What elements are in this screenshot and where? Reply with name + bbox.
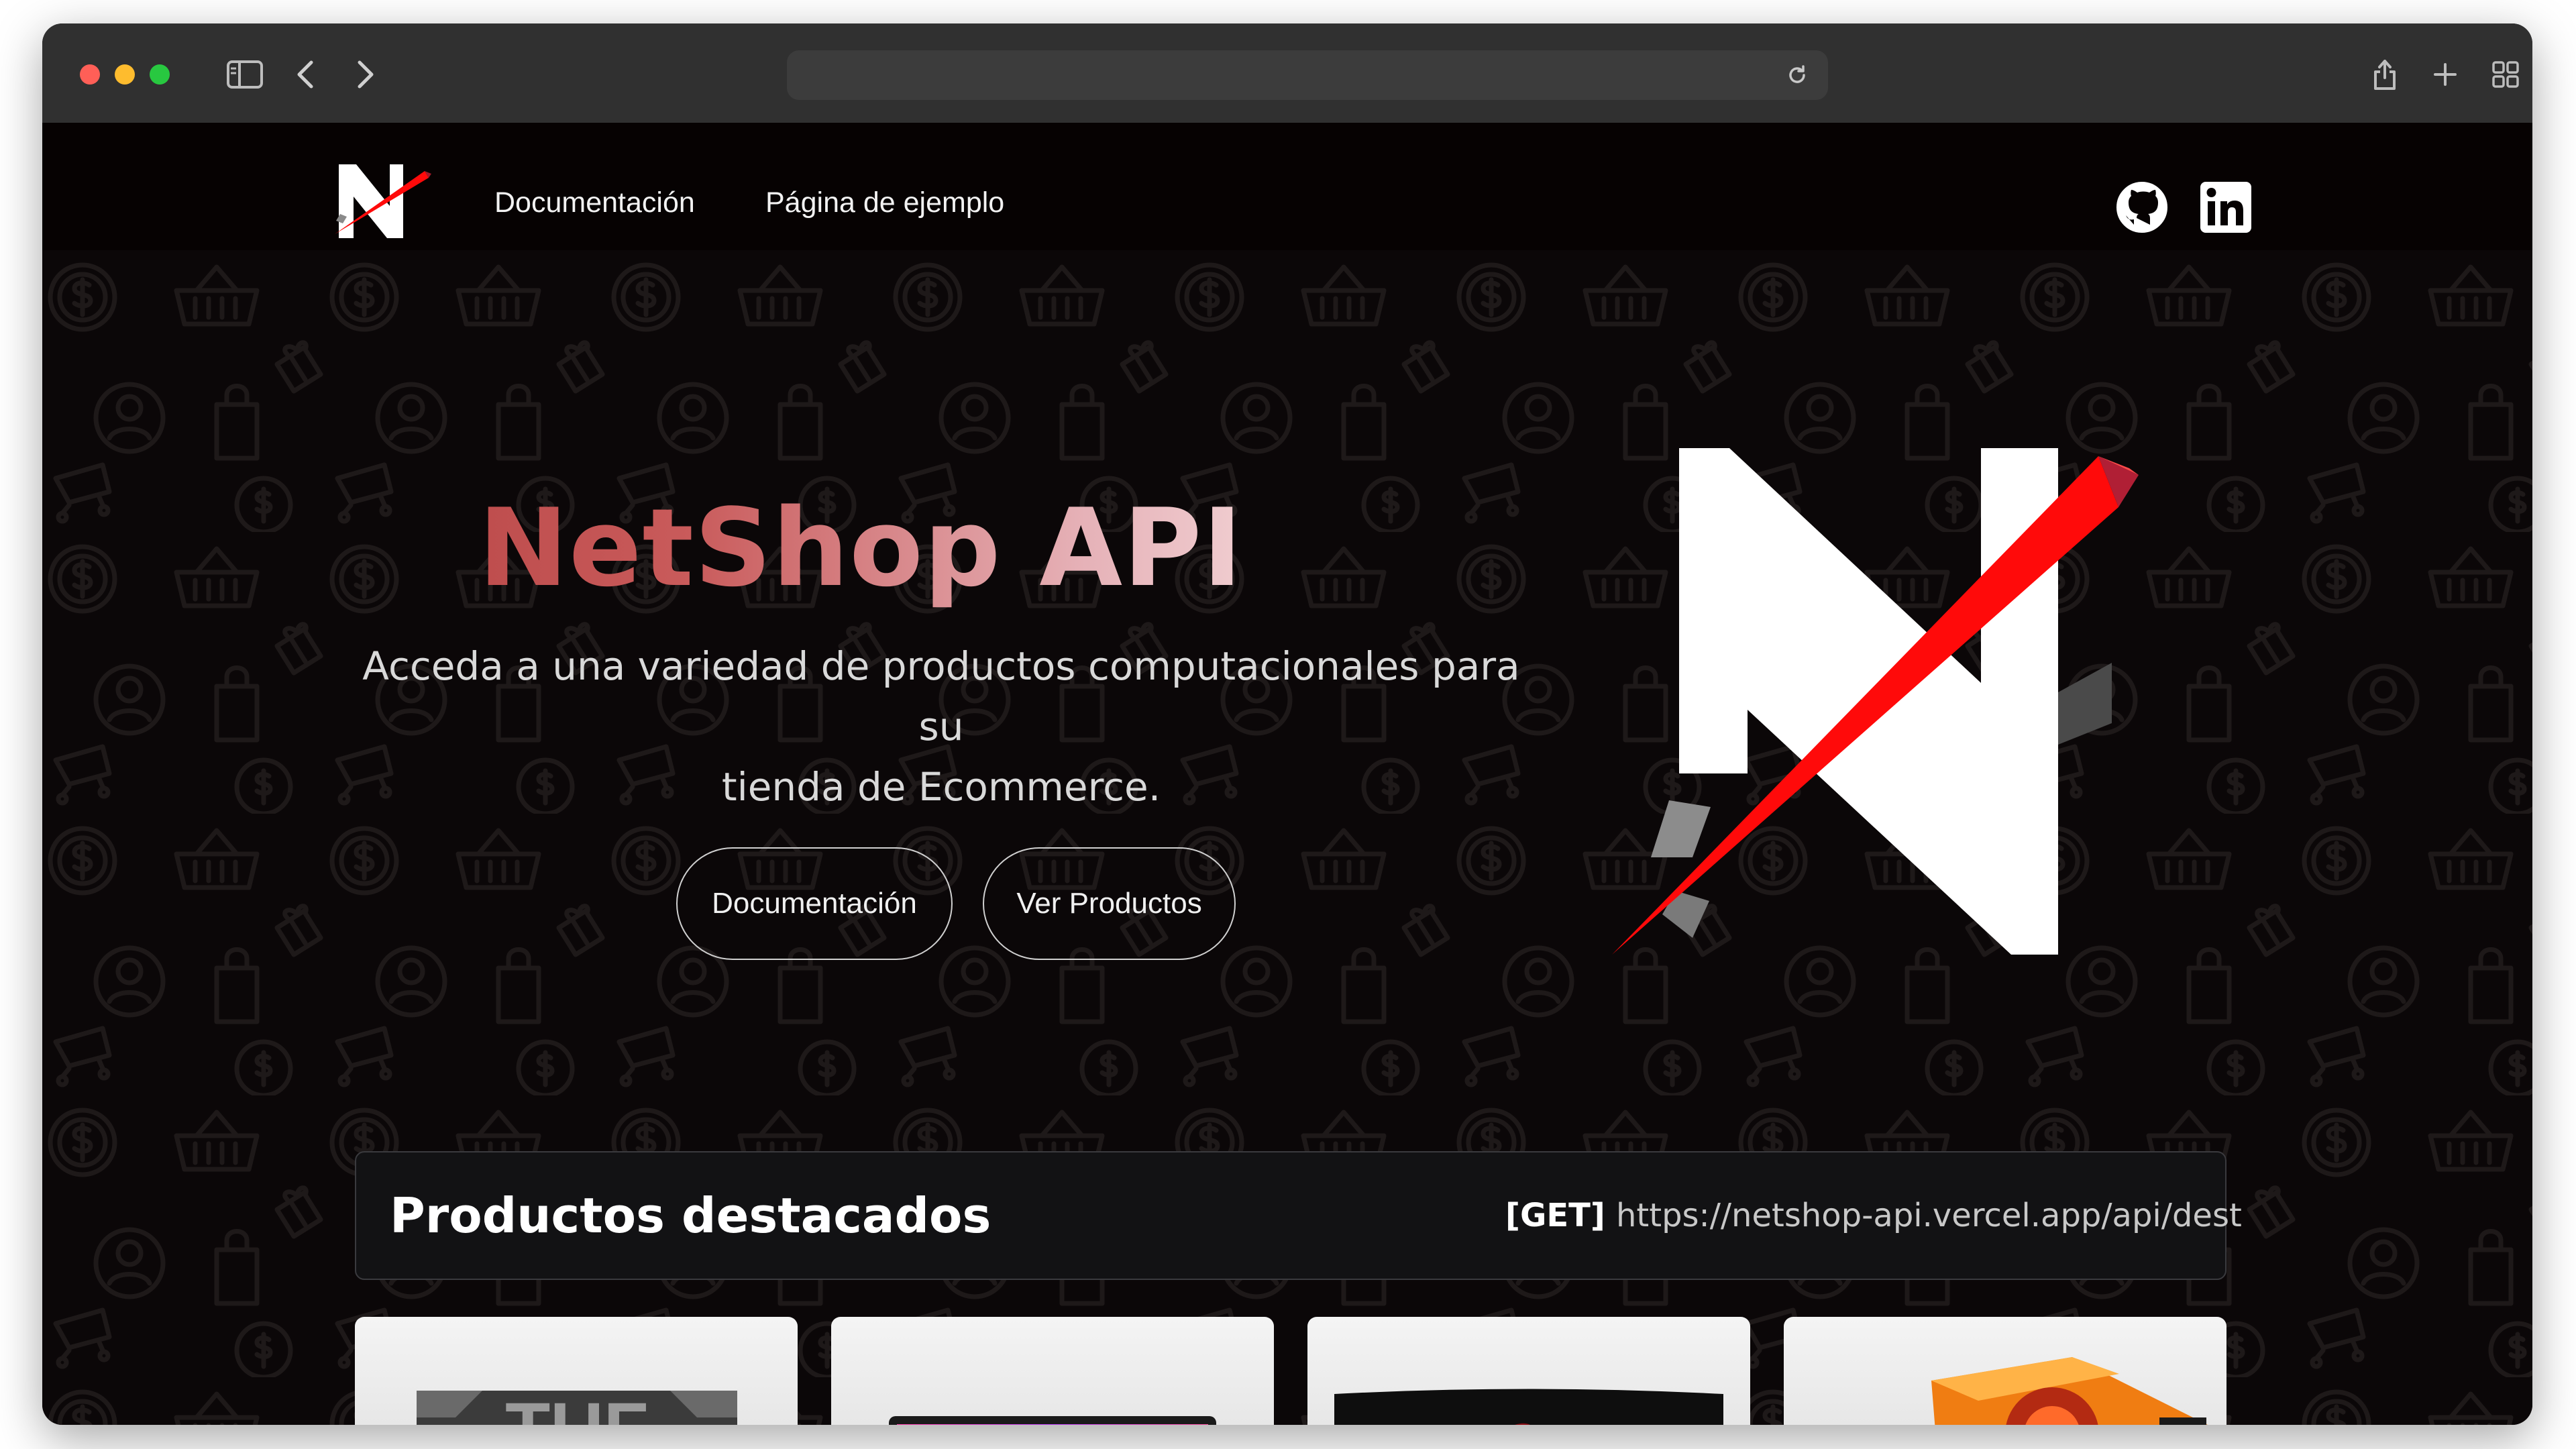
netshop-hero-logo — [1612, 448, 2139, 955]
hero-subtitle-line-2: tienda de Ecommerce. — [721, 764, 1161, 810]
product-card[interactable] — [1784, 1317, 2226, 1425]
api-endpoint-url[interactable]: https://netshop-api.vercel.app/api/dest — [1616, 1197, 2242, 1234]
cpu-box-image — [1931, 1357, 2208, 1425]
hero-subtitle: Acceda a una variedad de productos compu… — [351, 636, 1532, 817]
laptop-image — [889, 1416, 1216, 1425]
product-card[interactable] — [1307, 1317, 1750, 1425]
card-brand-text: TUF — [505, 1388, 649, 1425]
close-window-button[interactable] — [80, 64, 100, 85]
sidebar-toggle-icon[interactable] — [223, 53, 266, 96]
documentacion-button[interactable]: Documentación — [676, 847, 953, 960]
product-card[interactable]: TUF — [355, 1317, 798, 1425]
zoom-window-button[interactable] — [150, 64, 170, 85]
github-icon[interactable] — [2115, 180, 2169, 234]
forward-icon[interactable] — [344, 53, 387, 96]
share-icon[interactable] — [2363, 53, 2406, 96]
hero-section: NetShop API Acceda a una variedad de pro… — [42, 250, 2532, 1425]
ver-productos-button[interactable]: Ver Productos — [983, 847, 1236, 960]
back-icon[interactable] — [284, 53, 327, 96]
monitor-image — [1334, 1389, 1723, 1425]
hero-subtitle-line-1: Acceda a una variedad de productos compu… — [362, 643, 1520, 749]
featured-products-bar: Productos destacados [GET] https://netsh… — [355, 1151, 2242, 1280]
minimize-window-button[interactable] — [115, 64, 135, 85]
browser-toolbar — [42, 23, 2532, 123]
motherboard-image: TUF — [417, 1388, 737, 1425]
linkedin-icon[interactable] — [2199, 180, 2253, 234]
nav-link-pagina-ejemplo[interactable]: Página de ejemplo — [765, 186, 1004, 219]
site-navbar: Documentación Página de ejemplo — [42, 123, 2532, 250]
hero-title: NetShop API — [297, 485, 1424, 610]
address-bar[interactable] — [787, 50, 1828, 100]
tab-overview-icon[interactable] — [2484, 53, 2527, 96]
netshop-logo[interactable] — [331, 159, 431, 242]
product-card[interactable] — [831, 1317, 1274, 1425]
http-method-tag: [GET] — [1505, 1197, 1605, 1234]
nav-link-documentacion[interactable]: Documentación — [494, 186, 695, 219]
new-tab-icon[interactable] — [2424, 53, 2467, 96]
reload-icon[interactable] — [1776, 54, 1819, 97]
browser-window: Documentación Página de ejemplo NetShop … — [42, 23, 2532, 1425]
featured-title: Productos destacados — [390, 1187, 991, 1244]
